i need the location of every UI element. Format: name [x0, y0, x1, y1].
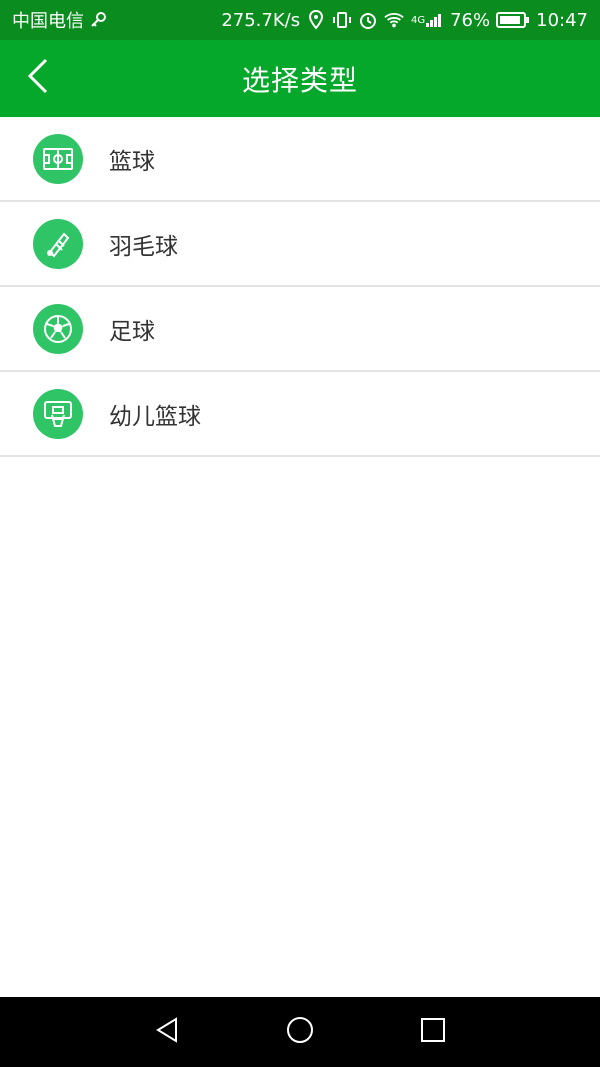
wifi-icon	[384, 10, 404, 30]
basketball-court-icon	[33, 133, 83, 184]
list-item-label: 足球	[109, 318, 155, 345]
system-nav-bar	[0, 997, 600, 1067]
list-item-label: 幼儿篮球	[109, 403, 201, 430]
shuttlecock-icon	[33, 218, 83, 269]
status-left: 中国电信	[12, 7, 108, 33]
sport-type-list: 篮球 羽毛球 足球 幼儿篮球	[0, 117, 600, 457]
chevron-left-icon	[26, 56, 50, 100]
nav-recent-button[interactable]	[408, 1007, 458, 1057]
battery-percent: 76%	[450, 9, 491, 31]
carrier-name: 中国电信	[12, 11, 84, 32]
basketball-hoop-icon	[33, 388, 83, 439]
alarm-icon	[358, 10, 378, 30]
network-type: 4G	[411, 14, 426, 26]
list-item-soccer[interactable]: 足球	[0, 287, 600, 372]
network-speed: 275.7K/s	[221, 9, 301, 31]
page-title: 选择类型	[241, 63, 358, 97]
status-right: 275.7K/s 4G 76% 10:47	[221, 10, 588, 31]
app-bar: 选择类型	[0, 40, 600, 117]
list-item-label: 篮球	[109, 148, 155, 175]
square-recent-icon	[418, 1015, 448, 1049]
circle-home-icon	[285, 1015, 315, 1049]
status-bar: 中国电信 275.7K/s 4G 76% 10:47	[0, 0, 600, 40]
list-item-badminton[interactable]: 羽毛球	[0, 202, 600, 287]
soccer-ball-icon	[33, 303, 83, 354]
signal-icon: 4G	[410, 10, 444, 30]
list-item-kids-basketball[interactable]: 幼儿篮球	[0, 372, 600, 457]
nav-home-button[interactable]	[275, 1007, 325, 1057]
back-button[interactable]	[14, 54, 62, 102]
list-item-basketball[interactable]: 篮球	[0, 117, 600, 202]
empty-content-area	[0, 457, 600, 997]
triangle-back-icon	[152, 1015, 182, 1049]
location-icon	[306, 10, 326, 30]
battery-icon	[496, 10, 530, 30]
key-icon	[88, 10, 108, 30]
list-item-label: 羽毛球	[109, 233, 178, 260]
nav-back-button[interactable]	[142, 1007, 192, 1057]
clock: 10:47	[536, 9, 588, 31]
vibrate-icon	[332, 10, 352, 30]
